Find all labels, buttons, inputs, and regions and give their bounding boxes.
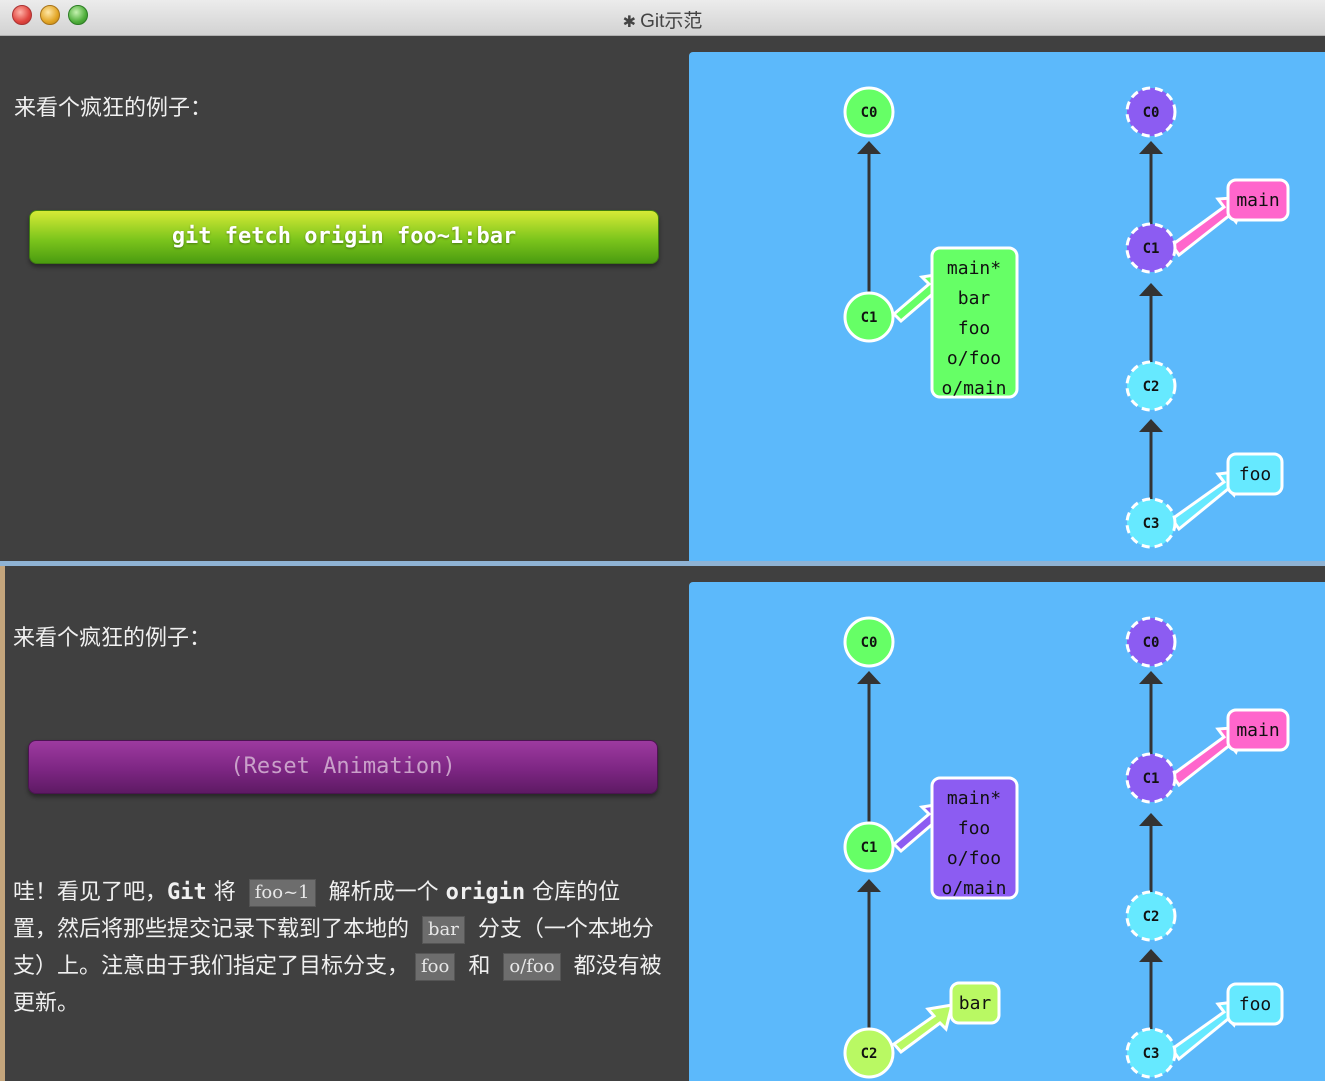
svg-text:C3: C3 (1143, 1046, 1160, 1062)
code-snippet: o/foo (503, 953, 561, 981)
code-snippet: foo~1 (248, 879, 316, 907)
remote-commit-c0[interactable]: C0 (1125, 616, 1177, 668)
svg-text:C1: C1 (1143, 771, 1160, 787)
commit-c1[interactable]: C1 (843, 821, 895, 873)
edge-arrowhead (857, 879, 881, 892)
explanation-text: 哇！看见了吧，Git 将 foo~1 解析成一个 origin 仓库的位置，然后… (13, 879, 662, 1016)
commit-c2[interactable]: C2 (843, 1027, 895, 1079)
svg-text:C2: C2 (1143, 379, 1160, 395)
svg-text:C1: C1 (861, 310, 878, 326)
svg-text:o/main: o/main (941, 378, 1006, 399)
svg-text:foo: foo (1239, 464, 1272, 485)
branch-label-main[interactable]: main (1226, 708, 1290, 752)
edge-arrowhead (1139, 141, 1163, 154)
svg-text:C0: C0 (1143, 635, 1160, 651)
svg-text:C0: C0 (861, 635, 878, 651)
git-graph: C0 C1 main* bar foo o/foo o/main C0 C1 m… (843, 86, 1290, 549)
remote-commit-c3[interactable]: C3 (1125, 1027, 1177, 1079)
branch-arrow (891, 1003, 955, 1055)
svg-text:C1: C1 (1143, 241, 1160, 257)
svg-text:o/foo: o/foo (947, 348, 1001, 369)
edge-arrowhead (1139, 671, 1163, 684)
remote-commit-c3[interactable]: C3 (1125, 497, 1177, 549)
commit-c0[interactable]: C0 (843, 616, 895, 668)
svg-text:C2: C2 (1143, 909, 1160, 925)
commit-c1[interactable]: C1 (843, 291, 895, 343)
edge-arrowhead (1139, 283, 1163, 296)
code-snippet: bar (422, 916, 465, 944)
remote-commit-c1[interactable]: C1 (1125, 752, 1177, 804)
edge-arrowhead (1139, 419, 1163, 432)
svg-text:main: main (1236, 190, 1279, 211)
branch-label-foo[interactable]: foo (1226, 452, 1284, 496)
remote-commit-c2[interactable]: C2 (1125, 360, 1177, 412)
git-visualization: C0 C1 main* bar foo o/foo o/main C0 C1 m… (689, 52, 1325, 561)
intro-text: 来看个疯狂的例子： (14, 96, 213, 121)
svg-text:main*: main* (947, 788, 1001, 809)
svg-text:C0: C0 (861, 105, 878, 121)
window-title: ✱ Git示范 (622, 11, 703, 32)
edge-arrowhead (1139, 813, 1163, 826)
intro-text: 来看个疯狂的例子： (13, 626, 212, 651)
code-snippet: foo (415, 953, 456, 981)
svg-text:C2: C2 (861, 1046, 878, 1062)
branch-label-bar[interactable]: bar (949, 981, 1001, 1025)
svg-text:C3: C3 (1143, 516, 1160, 532)
git-graph: C0 C1 main* foo o/foo o/main C2 bar C0 C… (843, 616, 1290, 1079)
window-titlebar: ✱ Git示范 (0, 0, 1325, 36)
svg-text:C0: C0 (1143, 105, 1160, 121)
svg-text:foo: foo (958, 318, 991, 339)
edge-arrowhead (857, 141, 881, 154)
demo-panel-before: 来看个疯狂的例子： git fetch origin foo~1:bar C0 … (0, 36, 1325, 561)
branch-label-foo[interactable]: foo (1226, 982, 1284, 1026)
svg-text:o/main: o/main (941, 878, 1006, 899)
branch-label-box[interactable]: main* foo o/foo o/main (930, 776, 1019, 900)
branch-label-main[interactable]: main (1226, 178, 1290, 222)
svg-text:bar: bar (959, 993, 992, 1014)
run-command-button[interactable]: git fetch origin foo~1:bar (29, 210, 659, 264)
svg-text:bar: bar (958, 288, 991, 309)
edge-arrowhead (1139, 949, 1163, 962)
reset-animation-button[interactable]: (Reset Animation) (28, 740, 658, 794)
svg-text:main: main (1236, 720, 1279, 741)
remote-commit-c2[interactable]: C2 (1125, 890, 1177, 942)
commit-c0[interactable]: C0 (843, 86, 895, 138)
git-visualization: C0 C1 main* foo o/foo o/main C2 bar C0 C… (689, 582, 1325, 1081)
svg-text:o/foo: o/foo (947, 848, 1001, 869)
demo-panel-after: 来看个疯狂的例子： (Reset Animation) 哇！看见了吧，Git 将… (0, 566, 1325, 1081)
edge-arrowhead (857, 671, 881, 684)
remote-commit-c1[interactable]: C1 (1125, 222, 1177, 274)
svg-text:foo: foo (958, 818, 991, 839)
svg-text:C1: C1 (861, 840, 878, 856)
branch-label-box[interactable]: main* bar foo o/foo o/main (930, 246, 1019, 399)
gear-icon: ✱ (622, 14, 637, 31)
svg-text:foo: foo (1239, 994, 1272, 1015)
svg-text:main*: main* (947, 258, 1001, 279)
remote-commit-c0[interactable]: C0 (1125, 86, 1177, 138)
